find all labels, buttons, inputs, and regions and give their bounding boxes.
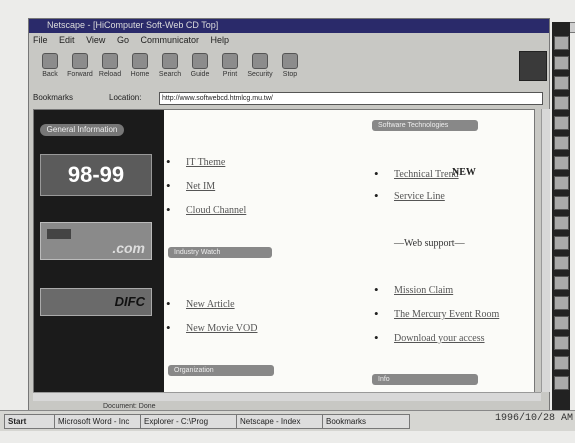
office-shortcut-icon[interactable]: [554, 336, 569, 350]
office-shortcut-icon[interactable]: [554, 376, 569, 390]
reload-button[interactable]: Reload: [97, 51, 123, 91]
start-button[interactable]: Start: [4, 414, 56, 429]
location-field[interactable]: http://www.softwebcd.htmlcg.mu.tw/: [159, 92, 543, 105]
office-shortcut-icon[interactable]: [554, 156, 569, 170]
netscape-logo: [519, 51, 547, 81]
section-header-software: Software Technologies: [372, 120, 478, 131]
home-button[interactable]: Home: [127, 51, 153, 91]
print-icon: [222, 53, 238, 69]
new-marker: NEW: [452, 167, 476, 178]
menu-help[interactable]: Help: [211, 35, 230, 45]
stop-icon: [282, 53, 298, 69]
security-icon: [252, 53, 268, 69]
taskbar-item-word[interactable]: Microsoft Word - Inc: [54, 414, 142, 429]
title-bar: Netscape - [HiComputer Soft-Web CD Top]: [29, 19, 575, 33]
horizontal-scrollbar[interactable]: [33, 392, 541, 401]
link-net-im[interactable]: Net IM: [166, 178, 215, 194]
section-header-industry: Industry Watch: [168, 247, 272, 258]
back-icon: [42, 53, 58, 69]
menu-edit[interactable]: Edit: [59, 35, 75, 45]
office-shortcut-icon[interactable]: [554, 56, 569, 70]
office-shortcut-icon[interactable]: [554, 36, 569, 50]
menu-view[interactable]: View: [86, 35, 105, 45]
menu-go[interactable]: Go: [117, 35, 129, 45]
office-shortcut-icon[interactable]: [554, 316, 569, 330]
home-icon: [132, 53, 148, 69]
link-mercury-event[interactable]: The Mercury Event Room: [374, 306, 499, 322]
navigation-toolbar: Back Forward Reload Home Search Guide Pr…: [37, 51, 337, 91]
banner-dotcom-text: .com: [112, 240, 145, 256]
office-shortcut-icon[interactable]: [554, 216, 569, 230]
guide-icon: [192, 53, 208, 69]
taskbar-item-explorer[interactable]: Explorer - C:\Prog: [140, 414, 238, 429]
taskbar-clock: 1996/10/28 AM: [494, 413, 573, 424]
link-mission-claim[interactable]: Mission Claim: [374, 282, 453, 298]
forward-icon: [72, 53, 88, 69]
taskbar: Start Microsoft Word - Inc Explorer - C:…: [0, 410, 575, 431]
link-it-theme[interactable]: IT Theme: [166, 154, 226, 170]
menu-bar: File Edit View Go Communicator Help: [33, 35, 238, 47]
back-button[interactable]: Back: [37, 51, 63, 91]
office-shortcut-icon[interactable]: [554, 136, 569, 150]
search-button[interactable]: Search: [157, 51, 183, 91]
link-new-movie[interactable]: New Movie VOD: [166, 320, 258, 336]
general-info-button[interactable]: General Information: [40, 124, 124, 136]
office-shortcut-icon[interactable]: [554, 276, 569, 290]
reload-icon: [102, 53, 118, 69]
print-button[interactable]: Print: [217, 51, 243, 91]
window-title: Netscape - [HiComputer Soft-Web CD Top]: [47, 20, 219, 30]
status-text: Document: Done: [103, 403, 156, 410]
banner-logo-mark: [47, 229, 71, 239]
link-technical-trend[interactable]: Technical Trend: [374, 166, 458, 182]
location-label: Location:: [109, 93, 142, 102]
office-shortcut-icon[interactable]: [554, 176, 569, 190]
link-cloud-channel[interactable]: Cloud Channel: [166, 202, 246, 218]
office-shortcut-icon[interactable]: [554, 76, 569, 90]
taskbar-item-netscape[interactable]: Netscape - Index: [236, 414, 324, 429]
page-content: General Information 98-99 .com DIFC Soft…: [33, 109, 535, 394]
office-shortcut-icon[interactable]: [554, 236, 569, 250]
banner-difc[interactable]: DIFC: [40, 288, 152, 316]
section-header-info: Info: [372, 374, 478, 385]
menu-file[interactable]: File: [33, 35, 48, 45]
location-toolbar: Bookmarks Location: http://www.softwebcd…: [33, 92, 545, 105]
left-sidebar: General Information 98-99 .com DIFC: [34, 110, 164, 393]
office-shortcut-icon[interactable]: [554, 356, 569, 370]
stop-button[interactable]: Stop: [277, 51, 303, 91]
office-shortcut-icon[interactable]: [554, 196, 569, 210]
section-header-organization: Organization: [168, 365, 274, 376]
banner-dotcom[interactable]: .com: [40, 222, 152, 260]
security-button[interactable]: Security: [247, 51, 273, 91]
banner-98-99[interactable]: 98-99: [40, 154, 152, 196]
office-shortcut-icon[interactable]: [554, 96, 569, 110]
forward-button[interactable]: Forward: [67, 51, 93, 91]
guide-button[interactable]: Guide: [187, 51, 213, 91]
office-shortcut-icon[interactable]: [554, 116, 569, 130]
banner-difc-text: DIFC: [114, 294, 145, 309]
office-shortcut-icon[interactable]: [554, 256, 569, 270]
bookmarks-button[interactable]: Bookmarks: [33, 93, 73, 102]
link-download[interactable]: Download your access: [374, 330, 484, 346]
browser-window: Netscape - [HiComputer Soft-Web CD Top] …: [28, 18, 575, 415]
link-service-line[interactable]: Service Line: [374, 188, 445, 204]
vertical-scrollbar[interactable]: [541, 109, 550, 392]
office-shortcut-bar: [552, 22, 570, 410]
taskbar-item-bookmarks[interactable]: Bookmarks: [322, 414, 410, 429]
search-icon: [162, 53, 178, 69]
web-support-note: —Web support—: [394, 238, 465, 249]
link-new-article[interactable]: New Article: [166, 296, 234, 312]
menu-communicator[interactable]: Communicator: [140, 35, 199, 45]
office-shortcut-icon[interactable]: [554, 296, 569, 310]
